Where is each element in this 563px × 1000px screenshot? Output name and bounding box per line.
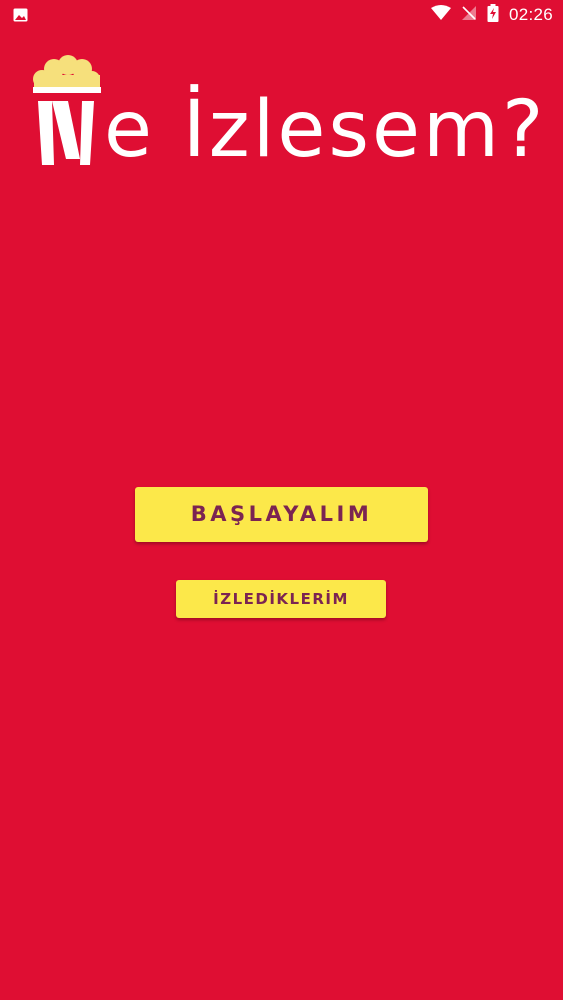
status-time: 02:26 xyxy=(508,5,553,24)
wifi-icon xyxy=(430,5,451,25)
start-button[interactable]: BAŞLAYALIM xyxy=(135,487,428,542)
no-signal-icon xyxy=(461,5,477,25)
status-icons: 02:26 xyxy=(430,4,553,26)
popcorn-icon xyxy=(30,55,102,173)
battery-charging-icon xyxy=(487,4,499,26)
app-title: e İzlesem? xyxy=(104,85,547,175)
status-bar: 02:26 xyxy=(0,0,563,30)
app-logo: e İzlesem? xyxy=(30,55,545,180)
image-icon xyxy=(13,7,28,22)
watched-button[interactable]: İZLEDİKLERİM xyxy=(176,580,386,618)
